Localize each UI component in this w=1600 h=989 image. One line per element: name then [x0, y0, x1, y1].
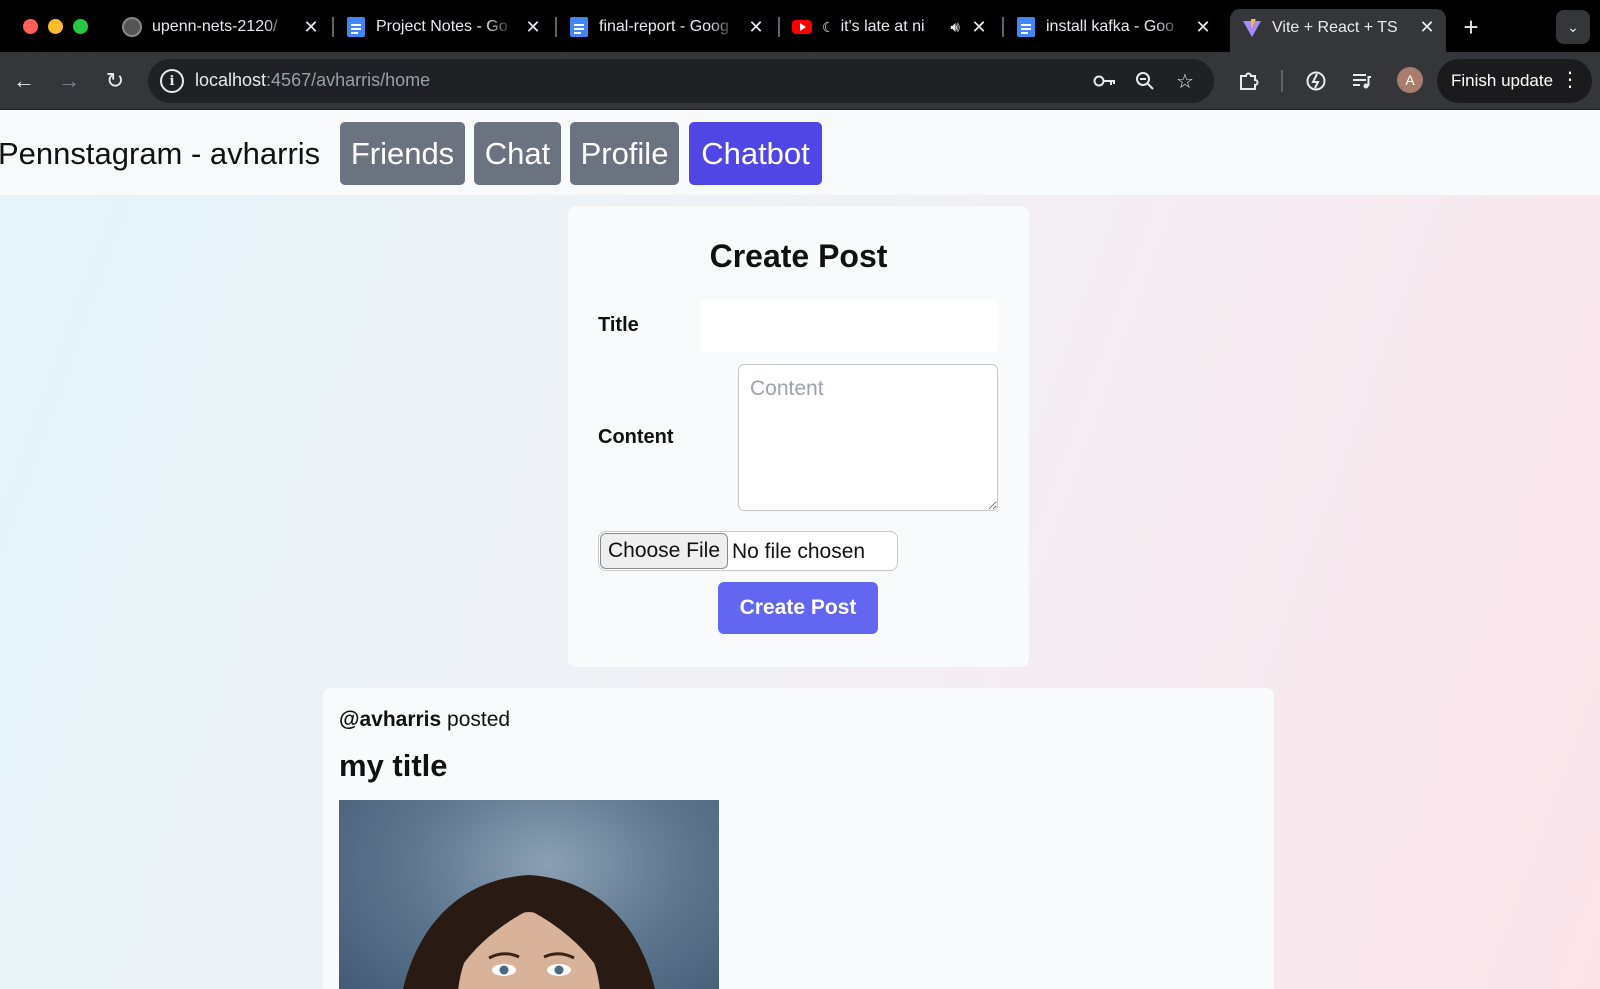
github-icon [122, 17, 142, 37]
title-input[interactable] [700, 300, 998, 352]
browser-tab-install-kafka[interactable]: install kafka - Goo ✕ [1016, 9, 1214, 45]
profile-avatar[interactable]: A [1397, 67, 1423, 93]
url-text[interactable]: localhost:4567/avharris/home [195, 70, 430, 91]
nav-profile-button[interactable]: Profile [570, 122, 679, 185]
minimize-window-button[interactable] [48, 19, 63, 34]
docs-icon [569, 17, 589, 37]
kebab-menu-icon[interactable]: ⋮ [1560, 70, 1580, 90]
app-title: Pennstagram - avharris [0, 136, 321, 171]
new-tab-plus-icon[interactable]: + [1456, 12, 1486, 42]
forward-arrow-icon[interactable]: → [53, 65, 85, 97]
site-info-icon[interactable]: i [160, 69, 184, 93]
post-title: my title [339, 748, 448, 783]
browser-toolbar: ← → ↻ i localhost:4567/avharris/home ☆ A… [0, 52, 1600, 110]
post-header: @avharris posted [339, 708, 510, 732]
post-image [339, 800, 719, 989]
tab-separator [1002, 17, 1004, 37]
create-post-button[interactable]: Create Post [718, 582, 878, 634]
browser-tab-project-notes[interactable]: Project Notes - Go ✕ [346, 9, 544, 45]
docs-icon [1016, 17, 1036, 37]
zoom-magnifier-icon[interactable] [1132, 68, 1158, 94]
portrait-photo [403, 875, 655, 989]
post-action-text: posted [447, 708, 511, 731]
nav-friends-button[interactable]: Friends [340, 122, 465, 185]
app-navbar: Pennstagram - avharris Friends Chat Prof… [0, 110, 1600, 195]
create-post-card: Create Post Title Content Choose File No… [568, 206, 1029, 667]
tab-title: Vite + React + TS [1272, 18, 1398, 36]
close-tab-icon[interactable]: ✕ [1416, 17, 1438, 39]
tab-title: final-report - Goog [599, 18, 729, 35]
url-host: localhost [195, 70, 267, 90]
vite-icon [1242, 18, 1262, 38]
tab-separator [332, 17, 334, 37]
close-tab-icon[interactable]: ✕ [745, 16, 767, 38]
create-post-heading: Create Post [709, 238, 888, 274]
performance-icon[interactable] [1300, 65, 1332, 97]
maximize-window-button[interactable] [73, 19, 88, 34]
moon-icon: ☾ [822, 18, 835, 35]
post-author-handle[interactable]: @avharris [339, 708, 441, 731]
tab-title: it's late at ni [840, 18, 925, 35]
content-label: Content [598, 426, 674, 448]
close-tab-icon[interactable]: ✕ [968, 16, 990, 38]
browser-tab-final-report[interactable]: final-report - Goog ✕ [569, 9, 767, 45]
finish-update-label: Finish update [1451, 71, 1554, 90]
youtube-icon [792, 17, 812, 37]
reload-icon[interactable]: ↻ [99, 65, 131, 97]
back-arrow-icon[interactable]: ← [8, 65, 40, 97]
post-card: @avharris posted my title [323, 688, 1274, 989]
url-path: :4567/avharris/home [266, 70, 431, 90]
tab-title: Project Notes - Go [376, 18, 508, 35]
tab-separator [555, 17, 557, 37]
content-textarea[interactable] [738, 364, 998, 511]
browser-tab-vite-active[interactable]: Vite + React + TS ✕ [1230, 9, 1446, 52]
file-status-text: No file chosen [732, 540, 866, 563]
bookmark-star-icon[interactable]: ☆ [1172, 68, 1198, 94]
tab-search-chevron-icon[interactable]: ⌄ [1556, 10, 1590, 44]
browser-tab-youtube[interactable]: ☾ it's late at ni 🔊︎ ✕ [792, 9, 990, 45]
docs-icon [346, 17, 366, 37]
tab-title: upenn-nets-2120/ [152, 18, 278, 35]
browser-tab-github[interactable]: upenn-nets-2120/ ✕ [122, 9, 322, 45]
password-key-icon[interactable] [1092, 68, 1118, 94]
finish-update-button[interactable]: Finish update ⋮ [1437, 59, 1592, 103]
file-input[interactable]: Choose File No file chosen [598, 531, 898, 571]
address-bar[interactable]: i localhost:4567/avharris/home ☆ [148, 59, 1214, 103]
page-viewport: Pennstagram - avharris Friends Chat Prof… [0, 110, 1600, 989]
close-tab-icon[interactable]: ✕ [1192, 16, 1214, 38]
nav-chat-button[interactable]: Chat [474, 122, 561, 185]
toolbar-divider [1281, 70, 1283, 92]
close-tab-icon[interactable]: ✕ [522, 16, 544, 38]
close-tab-icon[interactable]: ✕ [300, 16, 322, 38]
nav-chatbot-button[interactable]: Chatbot [689, 122, 822, 185]
title-label: Title [598, 314, 639, 336]
extensions-puzzle-icon[interactable] [1233, 65, 1265, 97]
speaker-icon[interactable]: 🔊︎ [951, 19, 960, 36]
tab-separator [778, 17, 780, 37]
close-window-button[interactable] [23, 19, 38, 34]
tab-title: install kafka - Goo [1046, 18, 1175, 35]
choose-file-button[interactable]: Choose File [600, 533, 728, 569]
media-queue-icon[interactable] [1346, 65, 1378, 97]
browser-tab-strip: upenn-nets-2120/ ✕ Project Notes - Go ✕ … [0, 0, 1600, 52]
